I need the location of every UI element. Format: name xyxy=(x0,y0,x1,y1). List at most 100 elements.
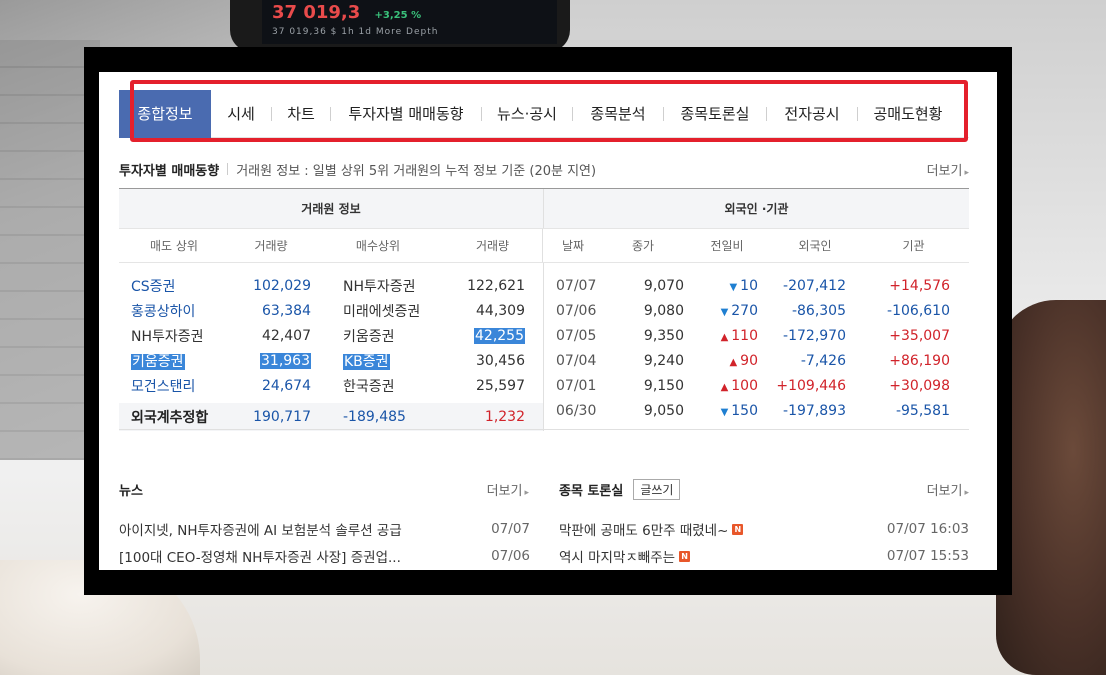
row-institution: +30,098 xyxy=(889,377,950,394)
news-headline[interactable]: 아이지넷, NH투자증권에 AI 보험분석 솔루션 공급 xyxy=(119,519,402,539)
buy-broker[interactable]: NH투자증권 xyxy=(313,276,443,296)
row-change: 90 xyxy=(740,352,758,369)
sell-broker[interactable]: CS증권 xyxy=(119,276,229,296)
col-institution: 기관 xyxy=(902,239,925,253)
section-description: 거래원 정보 : 일별 상위 5위 거래원의 누적 정보 기준 (20분 지연) xyxy=(236,163,597,179)
sell-broker[interactable]: 홍콩상하이 xyxy=(119,301,229,321)
tab-e-disclosure[interactable]: 전자공시 xyxy=(767,90,857,138)
sell-broker[interactable]: 모건스탠리 xyxy=(119,376,229,396)
row-change: 100 xyxy=(731,377,758,394)
buy-volume: 30,456 xyxy=(476,352,525,369)
tab-chart[interactable]: 차트 xyxy=(272,90,330,138)
down-arrow-icon: ▼ xyxy=(729,281,738,293)
row-institution: +35,007 xyxy=(889,327,950,344)
buy-volume-highlighted: 42,255 xyxy=(474,327,525,344)
discussion-item[interactable]: 막판에 공매도 6만주 때렸네~ N 07/07 16:03 xyxy=(559,519,969,539)
broker-group-header: 거래원 정보 xyxy=(119,189,544,228)
news-item[interactable]: 아이지넷, NH투자증권에 AI 보험분석 솔루션 공급 07/07 xyxy=(119,519,530,539)
more-link[interactable]: 더보기 xyxy=(927,160,969,179)
phone-change: +3,25 % xyxy=(374,10,422,21)
daily-row: 07/04 9,240 ▲ 90 -7,426 +86,190 xyxy=(544,348,969,373)
row-foreign: -207,412 xyxy=(783,277,846,294)
broker-row: 모건스탠리 24,674 한국증권 25,597 xyxy=(119,373,543,398)
discussion-item[interactable]: 역시 마지막ㅈ빼주는 N 07/07 15:53 xyxy=(559,546,969,566)
buy-broker-highlighted[interactable]: KB증권 xyxy=(343,353,390,370)
tab-analysis[interactable]: 종목분석 xyxy=(573,90,663,138)
buy-volume: 122,621 xyxy=(467,277,525,294)
col-date: 날짜 xyxy=(561,239,585,253)
row-close: 9,150 xyxy=(643,377,684,394)
daily-row: 07/01 9,150 ▲ 100 +109,446 +30,098 xyxy=(544,373,969,398)
sell-volume: 24,674 xyxy=(262,377,311,394)
row-institution: -95,581 xyxy=(895,402,950,419)
buy-broker[interactable]: 키움증권 xyxy=(313,326,443,346)
daily-row: 07/06 9,080 ▼ 270 -86,305 -106,610 xyxy=(544,298,969,323)
row-date: 07/04 xyxy=(556,352,597,369)
phone-screen: 37 019,3 +3,25 % 37 019,36 $ 1h 1d More … xyxy=(262,0,557,44)
background-hand xyxy=(996,300,1106,675)
news-date: 07/07 xyxy=(491,521,530,537)
phone-sub: 37 019,36 $ 1h 1d More Depth xyxy=(272,27,439,37)
summary-buy: -189,485 xyxy=(343,409,406,425)
summary-net: 1,232 xyxy=(484,409,525,425)
discussion-more-link[interactable]: 더보기 xyxy=(927,480,969,499)
tab-discussion[interactable]: 종목토론실 xyxy=(664,90,766,138)
row-date: 06/30 xyxy=(556,402,597,419)
discussion-date: 07/07 16:03 xyxy=(886,521,969,537)
broker-rows: CS증권 102,029 NH투자증권 122,621 홍콩상하이 63,384… xyxy=(119,263,544,431)
row-institution: -106,610 xyxy=(887,302,950,319)
daily-rows: 07/07 9,070 ▼ 10 -207,412 +14,576 07/06 9… xyxy=(544,263,969,431)
news-date: 07/06 xyxy=(491,548,530,564)
col-change: 전일비 xyxy=(710,239,744,253)
row-close: 9,350 xyxy=(643,327,684,344)
row-date: 07/01 xyxy=(556,377,597,394)
table-body: CS증권 102,029 NH투자증권 122,621 홍콩상하이 63,384… xyxy=(119,263,969,431)
news-more-link[interactable]: 더보기 xyxy=(487,480,529,499)
row-foreign: -7,426 xyxy=(800,352,846,369)
discussion-title: 종목 토론실 xyxy=(559,483,624,499)
sell-broker[interactable]: NH투자증권 xyxy=(119,326,229,346)
tab-investor-trading[interactable]: 투자자별 매매동향 xyxy=(331,90,481,138)
sell-broker-highlighted[interactable]: 키움증권 xyxy=(131,353,185,370)
tab-short-selling[interactable]: 공매도현황 xyxy=(858,90,958,138)
daily-row: 07/07 9,070 ▼ 10 -207,412 +14,576 xyxy=(544,273,969,298)
title-divider xyxy=(227,163,229,175)
row-date: 07/07 xyxy=(556,277,597,294)
row-close: 9,080 xyxy=(643,302,684,319)
row-change: 150 xyxy=(731,402,758,419)
news-item[interactable]: [100대 CEO-정영채 NH투자증권 사장] 증권업... 07/06 xyxy=(119,546,530,566)
buy-volume: 44,309 xyxy=(476,302,525,319)
write-button[interactable]: 글쓰기 xyxy=(633,478,681,500)
news-headline[interactable]: [100대 CEO-정영채 NH투자증권 사장] 증권업... xyxy=(119,546,401,566)
tab-news-disclosure[interactable]: 뉴스·공시 xyxy=(482,90,572,138)
row-foreign: -172,970 xyxy=(783,327,846,344)
summary-label: 외국계추정합 xyxy=(131,410,209,426)
new-badge-icon: N xyxy=(679,550,691,562)
row-foreign: +109,446 xyxy=(776,377,846,394)
discussion-header: 종목 토론실 글쓰기 더보기 xyxy=(559,478,969,500)
row-foreign: -197,893 xyxy=(783,402,846,419)
up-arrow-icon: ▲ xyxy=(720,381,729,393)
buy-broker[interactable]: 미래에셋증권 xyxy=(313,301,443,321)
broker-row: CS증권 102,029 NH투자증권 122,621 xyxy=(119,273,543,298)
broker-row: 홍콩상하이 63,384 미래에셋증권 44,309 xyxy=(119,298,543,323)
discussion-post-title[interactable]: 막판에 공매도 6만주 때렸네~ xyxy=(559,519,728,539)
up-arrow-icon: ▲ xyxy=(729,356,738,368)
tab-bar: 종합정보 시세 차트 투자자별 매매동향 뉴스·공시 종목분석 종목토론실 전자… xyxy=(119,89,969,138)
discussion-post-title[interactable]: 역시 마지막ㅈ빼주는 xyxy=(559,546,675,566)
tab-price[interactable]: 시세 xyxy=(211,90,271,138)
phone-price: 37 019,3 xyxy=(272,2,361,23)
sell-volume: 102,029 xyxy=(253,277,311,294)
row-institution: +86,190 xyxy=(889,352,950,369)
col-foreign: 외국인 xyxy=(798,239,832,253)
up-arrow-icon: ▲ xyxy=(720,331,729,343)
tab-overview[interactable]: 종합정보 xyxy=(119,89,211,138)
buy-broker[interactable]: 한국증권 xyxy=(313,376,443,396)
col-sell-volume: 거래량 xyxy=(254,239,288,253)
sell-volume: 42,407 xyxy=(262,327,311,344)
investor-table: 거래원 정보 외국인 ·기관 매도 상위 거래량 매수상위 거래량 날짜 종가 … xyxy=(119,188,969,431)
row-foreign: -86,305 xyxy=(791,302,846,319)
news-header: 뉴스 더보기 xyxy=(119,479,529,499)
col-close: 종가 xyxy=(631,239,655,253)
daily-row: 07/05 9,350 ▲ 110 -172,970 +35,007 xyxy=(544,323,969,348)
